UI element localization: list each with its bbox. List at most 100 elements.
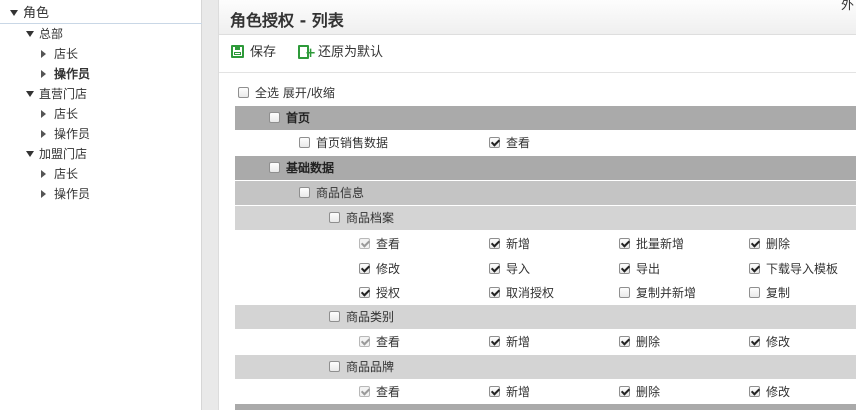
caret-down-icon[interactable] <box>26 150 34 157</box>
perm-checkbox[interactable] <box>619 287 630 298</box>
perm-checkbox[interactable] <box>359 336 370 347</box>
perm-checkbox[interactable] <box>749 336 760 347</box>
perm-label: 批量新增 <box>636 237 685 251</box>
goods-brand-label: 商品品牌 <box>346 360 395 374</box>
caret-right-icon[interactable] <box>41 169 46 178</box>
goods-brand-checkbox[interactable] <box>329 361 340 372</box>
perm-checkbox[interactable] <box>489 287 500 298</box>
goods-category-label: 商品类别 <box>346 310 395 324</box>
perm-label: 查看 <box>506 136 531 150</box>
perm-checkbox[interactable] <box>359 238 370 249</box>
goods-archive-row: 商品档案 <box>235 206 856 230</box>
archive-perm-row: 授权 取消授权 复制并新增 复制 <box>235 281 856 305</box>
goods-info-row: 商品信息 <box>235 181 856 205</box>
section-home-checkbox[interactable] <box>269 112 280 123</box>
tree-node-root[interactable]: 角色 <box>10 4 49 24</box>
perm-checkbox[interactable] <box>489 137 500 148</box>
tree-node-hq-operator[interactable]: 操作员 <box>41 64 90 84</box>
archive-perm-row: 修改 导入 导出 下载导入模板 <box>235 257 856 281</box>
section-basic-checkbox[interactable] <box>269 162 280 173</box>
clipped-corner-text: 外 <box>840 0 854 13</box>
section-home-label: 首页 <box>286 111 311 125</box>
perm-label: 导出 <box>636 262 661 276</box>
perm-label: 修改 <box>766 385 791 399</box>
tree-node-direct-manager[interactable]: 店长 <box>41 104 78 124</box>
caret-right-icon[interactable] <box>41 69 46 78</box>
tree-node-franchise-manager[interactable]: 店长 <box>41 164 78 184</box>
goods-archive-checkbox[interactable] <box>329 212 340 223</box>
caret-right-icon[interactable] <box>41 129 46 138</box>
perm-checkbox[interactable] <box>359 263 370 274</box>
perm-checkbox[interactable] <box>619 263 630 274</box>
tree-node-label: 加盟门店 <box>39 147 88 161</box>
perm-label: 授权 <box>376 286 401 300</box>
perm-label: 复制并新增 <box>636 286 697 300</box>
perm-checkbox[interactable] <box>749 238 760 249</box>
section-basic-row: 基础数据 <box>235 156 856 180</box>
section-home-row: 首页 <box>235 106 856 130</box>
caret-down-icon[interactable] <box>26 30 34 37</box>
panel-splitter[interactable] <box>202 0 219 410</box>
perm-label: 下载导入模板 <box>766 262 839 276</box>
caret-right-icon[interactable] <box>41 189 46 198</box>
caret-right-icon[interactable] <box>41 109 46 118</box>
perm-checkbox[interactable] <box>749 386 760 397</box>
perm-checkbox[interactable] <box>489 263 500 274</box>
goods-info-checkbox[interactable] <box>299 187 310 198</box>
perm-label: 复制 <box>766 286 791 300</box>
perm-checkbox[interactable] <box>749 263 760 274</box>
home-sales-label: 首页销售数据 <box>316 136 389 150</box>
tree-node-label: 操作员 <box>54 67 91 81</box>
restore-default-icon <box>298 44 316 63</box>
perm-checkbox[interactable] <box>359 386 370 397</box>
tree-node-label: 店长 <box>54 107 79 121</box>
tree-root-label: 角色 <box>23 6 50 21</box>
perm-label: 删除 <box>636 385 661 399</box>
caret-right-icon[interactable] <box>41 49 46 58</box>
home-sales-checkbox[interactable] <box>299 137 310 148</box>
select-all-row: 全选 展开/收缩 <box>238 81 856 105</box>
goods-category-checkbox[interactable] <box>329 311 340 322</box>
save-icon <box>231 45 244 58</box>
perm-checkbox[interactable] <box>619 386 630 397</box>
perm-checkbox[interactable] <box>619 336 630 347</box>
perm-label: 删除 <box>636 335 661 349</box>
caret-down-icon[interactable] <box>26 90 34 97</box>
perm-label: 新增 <box>506 335 531 349</box>
tree-node-label: 总部 <box>39 27 64 41</box>
tree-node-direct-store[interactable]: 直营门店 <box>26 84 87 104</box>
select-all-label[interactable]: 全选 展开/收缩 <box>255 86 335 100</box>
perm-checkbox[interactable] <box>619 238 630 249</box>
tree-node-hq[interactable]: 总部 <box>26 24 63 44</box>
perm-checkbox[interactable] <box>489 336 500 347</box>
tree-node-label: 直营门店 <box>39 87 88 101</box>
goods-brand-row: 商品品牌 <box>235 355 856 379</box>
perm-label: 查看 <box>376 335 401 349</box>
tree-node-direct-operator[interactable]: 操作员 <box>41 124 90 144</box>
select-all-checkbox[interactable] <box>238 87 249 98</box>
page-title: 角色授权 - 列表 <box>230 11 344 30</box>
tree-node-hq-manager[interactable]: 店长 <box>41 44 78 64</box>
tree-node-label: 操作员 <box>54 187 91 201</box>
perm-checkbox[interactable] <box>749 287 760 298</box>
perm-checkbox[interactable] <box>489 238 500 249</box>
goods-info-label: 商品信息 <box>316 186 365 200</box>
caret-down-icon[interactable] <box>10 9 18 16</box>
tree-node-label: 操作员 <box>54 127 91 141</box>
tree-node-label: 店长 <box>54 167 79 181</box>
save-button[interactable]: 保存 <box>231 44 276 64</box>
perm-checkbox[interactable] <box>489 386 500 397</box>
perm-checkbox[interactable] <box>359 287 370 298</box>
restore-default-button[interactable]: 还原为默认 <box>298 44 383 64</box>
perm-label: 取消授权 <box>506 286 555 300</box>
tree-node-franchise-store[interactable]: 加盟门店 <box>26 144 87 164</box>
section-basic-label: 基础数据 <box>286 161 335 175</box>
goods-archive-label: 商品档案 <box>346 211 395 225</box>
perm-label: 修改 <box>766 335 791 349</box>
archive-perm-row: 查看 新增 批量新增 删除 <box>235 232 856 256</box>
brand-perm-row: 查看 新增 删除 修改 <box>235 380 856 404</box>
perm-label: 修改 <box>376 262 401 276</box>
tree-node-franchise-operator[interactable]: 操作员 <box>41 184 90 204</box>
title-bar: 角色授权 - 列表 外 <box>219 0 856 35</box>
restore-default-label: 还原为默认 <box>318 45 384 60</box>
